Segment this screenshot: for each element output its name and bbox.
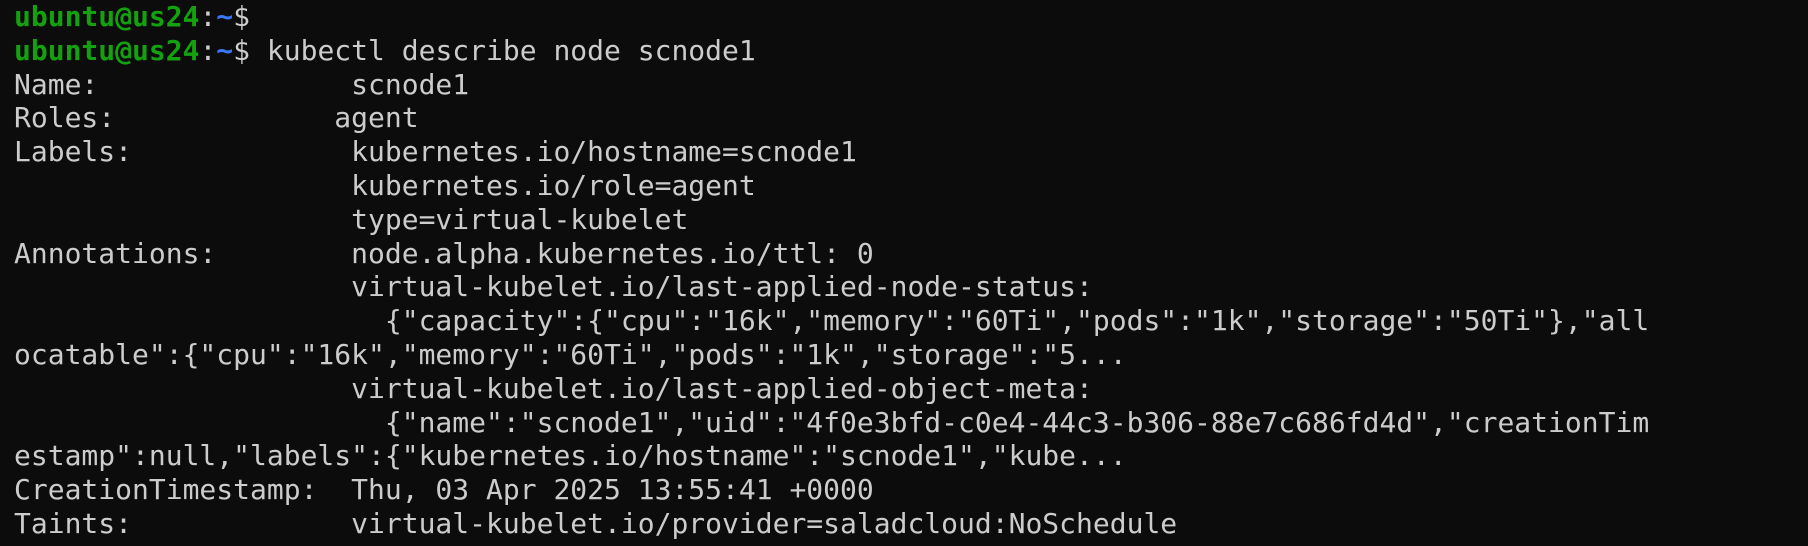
output-line: Roles: agent: [14, 101, 419, 135]
output-line: virtual-kubelet.io/last-applied-node-sta…: [14, 270, 1093, 304]
output-line: CreationTimestamp: Thu, 03 Apr 2025 13:5…: [14, 473, 874, 507]
output-line: Name: scnode1: [14, 67, 470, 101]
prompt-path: ~: [216, 0, 234, 33]
prompt-path: ~: [216, 33, 234, 67]
output-line: Taints: virtual-kubelet.io/provider=sala…: [14, 506, 1178, 540]
terminal-window[interactable]: ubuntu@us24:~$ ubuntu@us24:~$ kubectl de…: [0, 0, 1808, 546]
prompt-colon: :: [199, 33, 217, 67]
output-line: Labels: kubernetes.io/hostname=scnode1: [14, 135, 857, 169]
prompt-symbol: $: [233, 33, 251, 67]
prompt-line-command: ubuntu@us24:~$ kubectl describe node scn…: [14, 34, 1808, 68]
output-line: {"capacity":{"cpu":"16k","memory":"60Ti"…: [14, 304, 1650, 338]
output-line: kubernetes.io/role=agent: [14, 168, 756, 202]
output-line: virtual-kubelet.io/last-applied-object-m…: [14, 371, 1093, 405]
prompt-colon: :: [199, 0, 217, 33]
prompt-user-host: ubuntu@us24: [14, 33, 200, 67]
output-line: type=virtual-kubelet: [14, 202, 689, 236]
output-line: estamp":null,"labels":{"kubernetes.io/ho…: [14, 439, 1127, 473]
prompt-line-empty: ubuntu@us24:~$: [14, 0, 1808, 34]
command-text: kubectl describe node scnode1: [250, 33, 756, 67]
prompt-user-host: ubuntu@us24: [14, 0, 200, 33]
output-line: Annotations: node.alpha.kubernetes.io/tt…: [14, 236, 874, 270]
output-line: {"name":"scnode1","uid":"4f0e3bfd-c0e4-4…: [14, 405, 1650, 439]
output-line: ocatable":{"cpu":"16k","memory":"60Ti","…: [14, 337, 1127, 371]
prompt-symbol: $: [233, 0, 251, 33]
